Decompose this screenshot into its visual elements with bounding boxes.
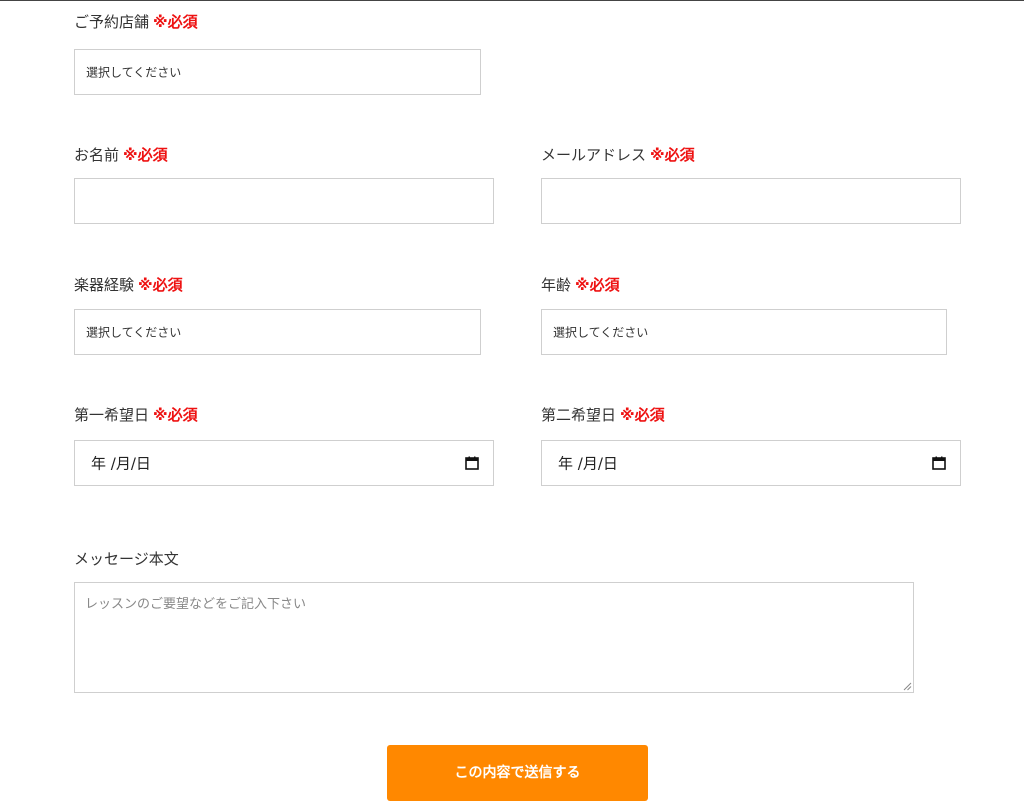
second-date-input[interactable]: 年 /月/日 <box>541 440 961 486</box>
message-textarea[interactable]: レッスンのご要望などをご記入下さい <box>74 582 914 693</box>
required-mark: ※必須 <box>650 146 695 164</box>
required-mark: ※必須 <box>138 276 183 294</box>
required-mark: ※必須 <box>153 406 198 424</box>
name-label-text: お名前 <box>74 146 120 164</box>
first-date-input[interactable]: 年 /月/日 <box>74 440 494 486</box>
top-divider <box>0 0 1024 1</box>
email-input[interactable] <box>541 178 961 224</box>
calendar-icon[interactable] <box>465 456 479 470</box>
calendar-icon[interactable] <box>932 456 946 470</box>
name-input[interactable] <box>74 178 494 224</box>
required-mark: ※必須 <box>153 13 198 31</box>
required-mark: ※必須 <box>123 146 168 164</box>
second-date-label: 第二希望日 ※必須 <box>541 405 665 425</box>
required-mark: ※必須 <box>575 276 620 294</box>
age-label: 年齢 ※必須 <box>541 275 620 295</box>
message-label-text: メッセージ本文 <box>74 550 179 568</box>
age-select[interactable]: 選択してください <box>541 309 947 355</box>
experience-select-value: 選択してください <box>86 325 182 340</box>
second-date-label-text: 第二希望日 <box>541 406 617 424</box>
store-select-value: 選択してください <box>86 65 182 80</box>
second-date-value: 年 /月/日 <box>558 454 618 473</box>
email-label: メールアドレス ※必須 <box>541 145 695 165</box>
store-label-text: ご予約店舗 <box>74 13 150 31</box>
experience-label-text: 楽器経験 <box>74 276 135 294</box>
message-placeholder: レッスンのご要望などをご記入下さい <box>85 597 307 612</box>
email-label-text: メールアドレス <box>541 146 647 164</box>
store-select[interactable]: 選択してください <box>74 49 481 95</box>
resize-handle-icon[interactable] <box>903 682 912 691</box>
first-date-label: 第一希望日 ※必須 <box>74 405 198 425</box>
first-date-label-text: 第一希望日 <box>74 406 150 424</box>
age-select-value: 選択してください <box>553 325 649 340</box>
required-mark: ※必須 <box>620 406 665 424</box>
experience-label: 楽器経験 ※必須 <box>74 275 183 295</box>
first-date-value: 年 /月/日 <box>91 454 151 473</box>
age-label-text: 年齢 <box>541 276 572 294</box>
name-label: お名前 ※必須 <box>74 145 168 165</box>
message-label: メッセージ本文 <box>74 549 179 569</box>
store-label: ご予約店舗 ※必須 <box>74 12 198 32</box>
experience-select[interactable]: 選択してください <box>74 309 481 355</box>
